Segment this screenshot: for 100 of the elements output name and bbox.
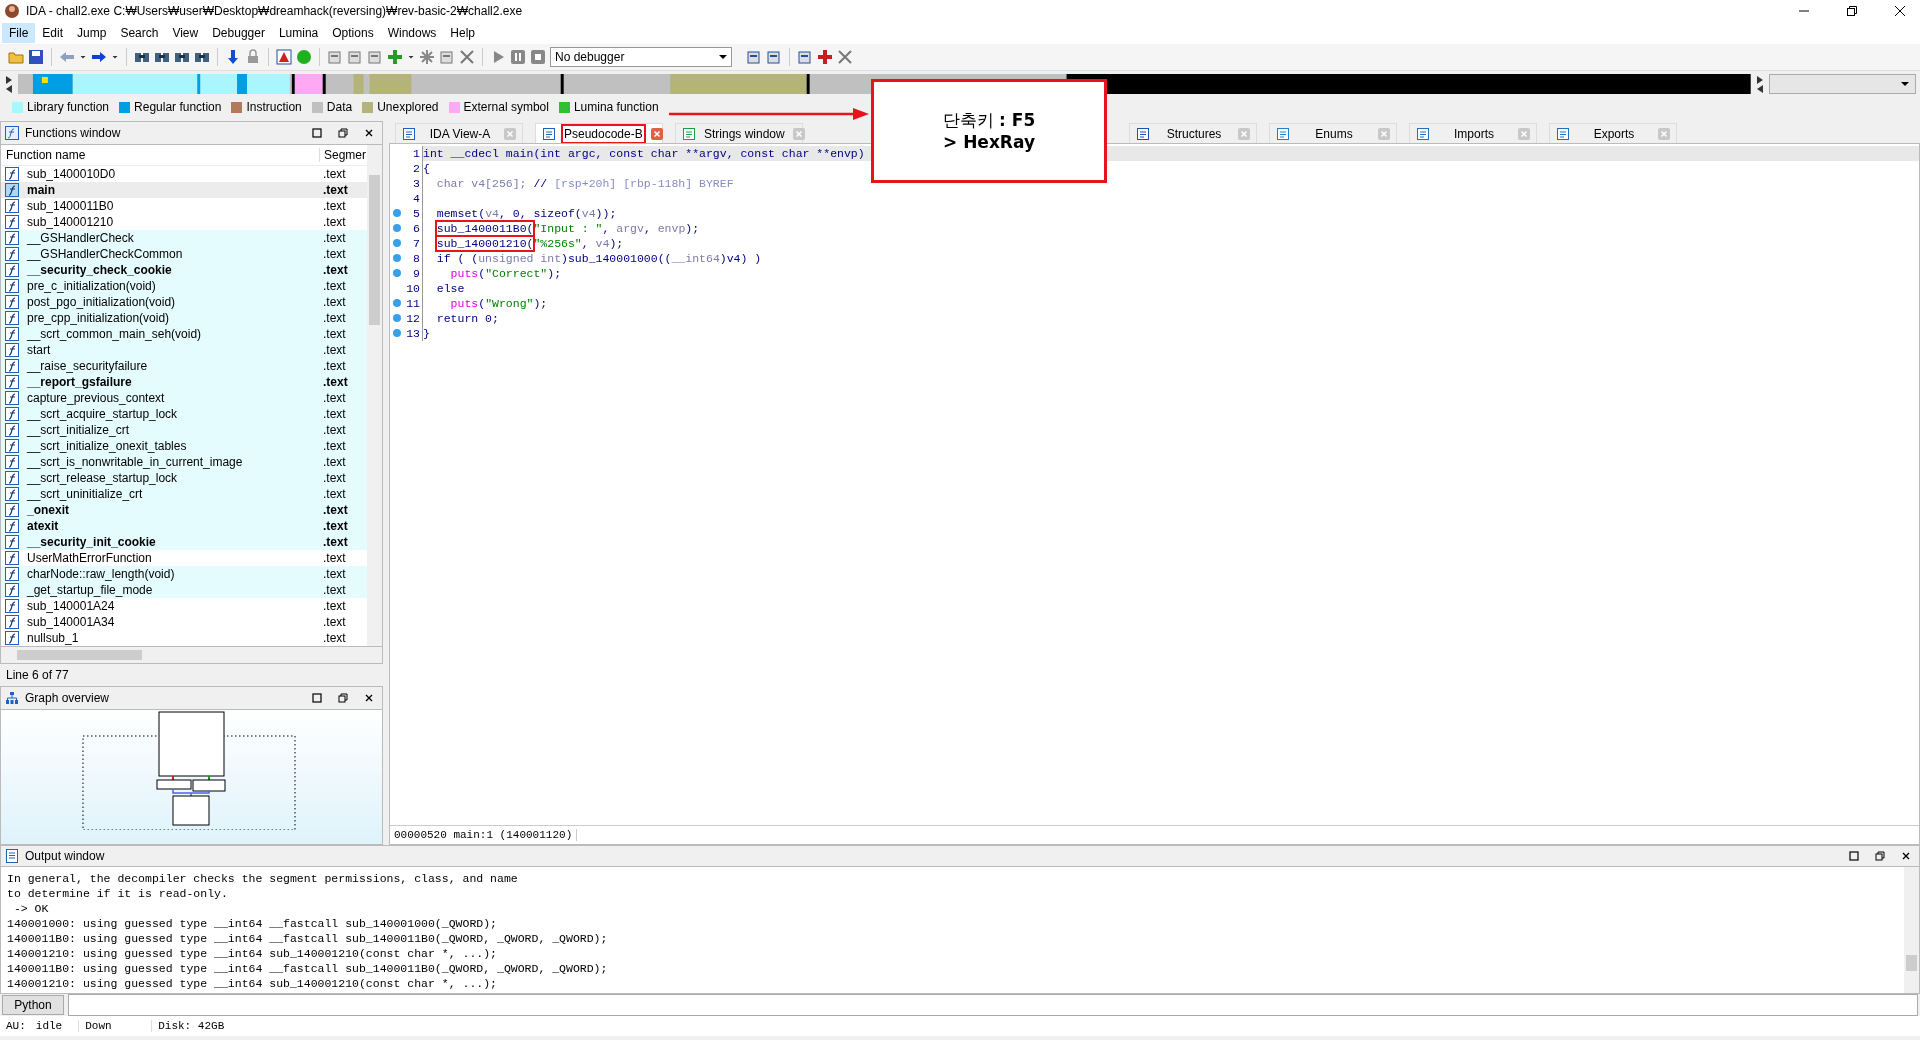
function-row[interactable]: _get_startup_file_mode .text xyxy=(1,582,367,598)
function-row[interactable]: sub_140001A34 .text xyxy=(1,614,367,630)
function-row[interactable]: nullsub_1 .text xyxy=(1,630,367,646)
caret-icon[interactable] xyxy=(719,53,727,61)
scroll-arrows-icon[interactable] xyxy=(4,74,14,94)
float-icon[interactable] xyxy=(338,693,348,703)
float-icon[interactable] xyxy=(1875,851,1885,861)
function-row[interactable]: charNode::raw_length(void) .text xyxy=(1,566,367,582)
float-icon[interactable] xyxy=(338,128,348,138)
segment-cell: .text xyxy=(323,263,348,277)
function-row[interactable]: _onexit .text xyxy=(1,502,367,518)
maximize-icon[interactable] xyxy=(1849,851,1859,861)
lock-icon[interactable] xyxy=(245,49,261,65)
document-icon[interactable] xyxy=(347,49,363,65)
tab[interactable]: Structures xyxy=(1129,123,1257,143)
debugger-dropdown[interactable]: No debugger xyxy=(550,47,732,67)
menu-item[interactable]: View xyxy=(165,23,206,43)
graph-node[interactable] xyxy=(172,795,210,826)
caret-icon[interactable] xyxy=(1901,80,1909,88)
function-row[interactable]: __scrt_initialize_crt .text xyxy=(1,422,367,438)
breakpoint-dot[interactable] xyxy=(393,329,401,337)
close-icon[interactable] xyxy=(364,128,374,138)
menu-item[interactable]: Debugger xyxy=(205,23,272,43)
function-row[interactable]: __scrt_is_nonwritable_in_current_image .text xyxy=(1,454,367,470)
warning-icon[interactable] xyxy=(276,49,292,65)
document-icon[interactable] xyxy=(327,49,343,65)
function-row[interactable]: __scrt_release_startup_lock .text xyxy=(1,470,367,486)
menu-item[interactable]: Lumina xyxy=(271,23,326,43)
menu-item[interactable]: Options xyxy=(325,23,381,43)
graph-node[interactable] xyxy=(192,779,226,792)
function-row[interactable]: sub_140001210 .text xyxy=(1,214,367,230)
column-header[interactable]: Segmer xyxy=(320,148,367,162)
breakpoint-dot[interactable] xyxy=(393,299,401,307)
function-row[interactable]: sub_140001A24 .text xyxy=(1,598,367,614)
column-header[interactable]: Function name xyxy=(1,148,320,162)
menu-item[interactable]: File xyxy=(2,23,36,43)
python-button[interactable]: Python xyxy=(2,995,64,1015)
document-icon[interactable] xyxy=(766,49,782,65)
breakpoint-dot[interactable] xyxy=(393,224,401,232)
circle-icon[interactable] xyxy=(296,49,312,65)
function-row[interactable]: __report_gsfailure .text xyxy=(1,374,367,390)
command-input[interactable] xyxy=(68,994,1918,1016)
document-icon[interactable] xyxy=(746,49,762,65)
tab[interactable]: Pseudocode-B xyxy=(535,123,663,143)
function-row[interactable]: pre_cpp_initialization(void) .text xyxy=(1,310,367,326)
function-row[interactable]: __GSHandlerCheckCommon .text xyxy=(1,246,367,262)
function-row[interactable]: capture_previous_context .text xyxy=(1,390,367,406)
stop-icon[interactable] xyxy=(530,49,546,65)
pause-icon[interactable] xyxy=(510,49,526,65)
breakpoint-dot[interactable] xyxy=(393,209,401,217)
breakpoint-dot[interactable] xyxy=(393,314,401,322)
tab[interactable]: Enums xyxy=(1269,123,1397,143)
function-row[interactable]: __security_init_cookie .text xyxy=(1,534,367,550)
navigation-band-drawing[interactable] xyxy=(17,74,1751,94)
function-row[interactable]: sub_1400011B0 .text xyxy=(1,198,367,214)
function-row[interactable]: __scrt_initialize_onexit_tables .text xyxy=(1,438,367,454)
breakpoint-dot[interactable] xyxy=(393,254,401,262)
function-row[interactable]: __raise_securityfailure .text xyxy=(1,358,367,374)
function-row[interactable]: post_pgo_initialization(void) .text xyxy=(1,294,367,310)
function-row[interactable]: pre_c_initialization(void) .text xyxy=(1,278,367,294)
function-row[interactable]: __GSHandlerCheck .text xyxy=(1,230,367,246)
viewport-frame[interactable] xyxy=(82,735,296,830)
tab[interactable]: IDA View-A xyxy=(395,123,523,143)
function-row[interactable]: UserMathErrorFunction .text xyxy=(1,550,367,566)
forward-arrow-icon[interactable] xyxy=(91,49,107,65)
menu-item[interactable]: Windows xyxy=(380,23,444,43)
graph-node[interactable] xyxy=(158,711,225,777)
tab[interactable]: Strings window xyxy=(675,123,803,143)
breakpoint-dot[interactable] xyxy=(393,239,401,247)
scroll-arrows-icon[interactable] xyxy=(1754,74,1765,94)
menu-item[interactable]: Jump xyxy=(70,23,114,43)
tab[interactable]: Exports xyxy=(1549,123,1677,143)
function-row[interactable]: __scrt_common_main_seh(void) .text xyxy=(1,326,367,342)
function-row[interactable]: start .text xyxy=(1,342,367,358)
function-row[interactable]: __scrt_uninitialize_crt .text xyxy=(1,486,367,502)
menu-item[interactable]: Edit xyxy=(35,23,71,43)
document-icon[interactable] xyxy=(367,49,383,65)
scrollbar[interactable] xyxy=(1904,867,1919,993)
maximize-icon[interactable] xyxy=(312,693,322,703)
close-icon[interactable] xyxy=(1901,851,1911,861)
function-row[interactable]: __security_check_cookie .text xyxy=(1,262,367,278)
function-row[interactable]: sub_1400010D0 .text xyxy=(1,166,367,182)
restore-icon[interactable] xyxy=(1846,5,1858,17)
line-number: 13 xyxy=(406,327,420,340)
maximize-icon[interactable] xyxy=(312,128,322,138)
down-arrow-icon[interactable] xyxy=(225,49,241,65)
scrollbar[interactable] xyxy=(0,647,383,664)
star-icon[interactable] xyxy=(419,49,435,65)
function-row[interactable]: main .text xyxy=(1,182,367,198)
scrollbar[interactable] xyxy=(367,145,382,646)
function-row[interactable]: atexit .text xyxy=(1,518,367,534)
menu-item[interactable]: Search xyxy=(113,23,166,43)
breakpoint-dot[interactable] xyxy=(393,269,401,277)
save-icon[interactable] xyxy=(28,49,44,65)
close-icon[interactable] xyxy=(364,693,374,703)
graph-node[interactable] xyxy=(156,779,192,790)
function-row[interactable]: __scrt_acquire_startup_lock .text xyxy=(1,406,367,422)
tab[interactable]: Imports xyxy=(1409,123,1537,143)
close-icon[interactable] xyxy=(1894,5,1906,17)
menu-item[interactable]: Help xyxy=(443,23,482,43)
